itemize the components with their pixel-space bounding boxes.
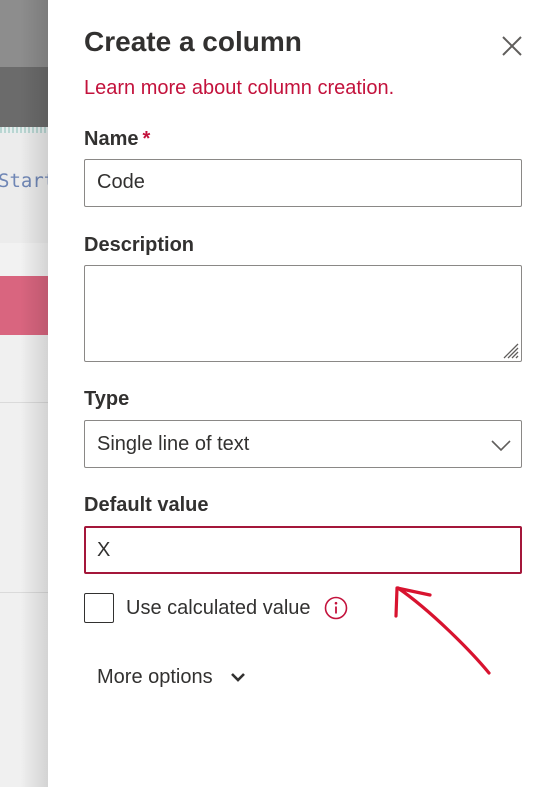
panel-title: Create a column: [84, 26, 302, 57]
close-button[interactable]: [500, 34, 524, 58]
page: Start Create a column Learn more about c…: [0, 0, 551, 787]
resize-grip-icon[interactable]: [499, 339, 519, 359]
background-list: Start: [0, 0, 48, 787]
name-label-text: Name: [84, 128, 139, 150]
panel-shadow: [20, 0, 48, 787]
chevron-down-icon[interactable]: [228, 670, 248, 686]
use-calculated-label[interactable]: Use calculated value: [126, 597, 311, 620]
type-selected-value: Single line of text: [97, 433, 250, 455]
required-marker: *: [142, 128, 151, 150]
default-value-label: Default value: [84, 494, 209, 516]
chevron-down-icon: [491, 440, 511, 452]
info-icon[interactable]: [324, 596, 348, 620]
use-calculated-checkbox[interactable]: [84, 593, 114, 623]
name-input[interactable]: Code: [84, 159, 522, 207]
description-textarea[interactable]: [84, 265, 522, 362]
close-icon: [502, 36, 522, 56]
default-value-input[interactable]: X: [84, 526, 522, 574]
type-dropdown[interactable]: Single line of text: [84, 420, 522, 468]
more-options-button[interactable]: More options: [97, 666, 213, 689]
description-label: Description: [84, 234, 195, 256]
type-label: Type: [84, 388, 130, 410]
learn-more-link[interactable]: Learn more about column creation.: [84, 77, 394, 100]
create-column-panel: Create a column Learn more about column …: [48, 0, 551, 787]
name-label: Name *: [84, 128, 150, 151]
